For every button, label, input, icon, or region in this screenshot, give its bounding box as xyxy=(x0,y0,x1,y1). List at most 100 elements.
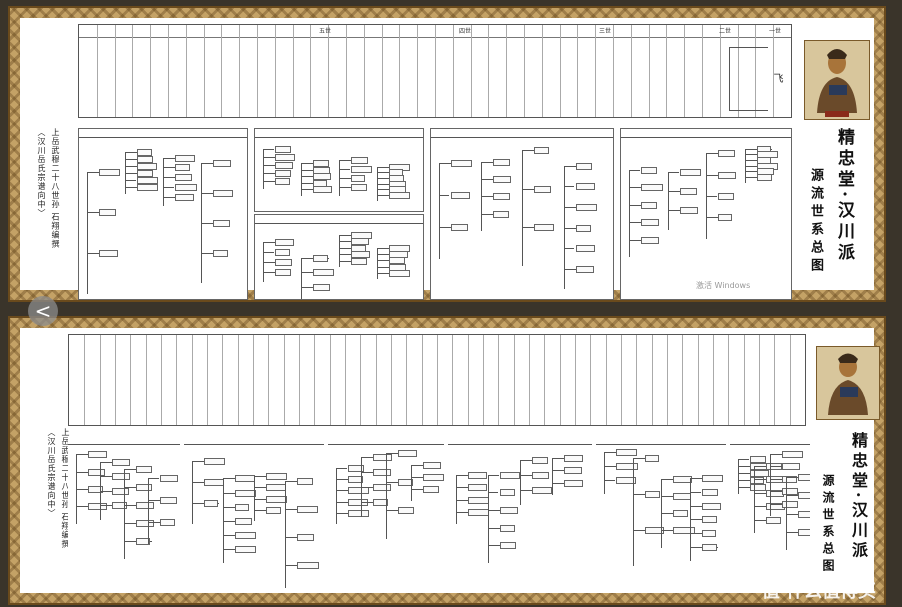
name-box xyxy=(275,238,294,246)
table-column-rule xyxy=(237,335,239,425)
name-box xyxy=(468,496,489,504)
name-box xyxy=(750,483,767,491)
name-box xyxy=(641,184,663,192)
table-column-rule xyxy=(310,25,312,117)
tree-branch xyxy=(386,481,399,483)
table-column-rule xyxy=(452,335,454,425)
founder-name: 飞 xyxy=(771,73,782,84)
table-column-rule xyxy=(314,335,316,425)
name-box xyxy=(213,220,231,228)
name-box xyxy=(644,455,659,463)
name-box xyxy=(673,510,688,518)
table-column-rule xyxy=(253,335,254,425)
name-box xyxy=(136,519,154,527)
table-column-rule xyxy=(239,25,241,117)
name-box xyxy=(351,157,368,165)
name-box xyxy=(351,183,367,191)
panel-header-rule xyxy=(255,223,423,224)
table-column-rule xyxy=(651,335,653,425)
table-column-rule xyxy=(697,335,699,425)
name-box xyxy=(112,502,128,510)
lineage-panel-b1 xyxy=(68,436,180,588)
table-column-rule xyxy=(84,335,86,425)
name-box xyxy=(500,542,517,550)
site-watermark: 值 什么值得买 xyxy=(761,581,876,602)
panel-header-rule xyxy=(184,444,324,445)
tree-branch xyxy=(604,452,605,494)
table-column-rule xyxy=(221,25,223,117)
tree-branch xyxy=(87,171,88,294)
name-box xyxy=(575,224,592,232)
compiler-note-line1: 〈汉川岳氏宗谱向中〉 xyxy=(37,128,46,218)
tree-branch xyxy=(148,478,149,544)
name-box xyxy=(423,473,444,481)
name-box xyxy=(575,245,595,253)
table-column-rule xyxy=(759,335,760,425)
name-box xyxy=(389,269,411,277)
name-box xyxy=(534,224,555,232)
table-column-rule xyxy=(577,25,579,117)
name-box xyxy=(137,183,158,191)
table-column-rule xyxy=(559,25,561,117)
tree-branch xyxy=(285,481,286,588)
tree-branch xyxy=(520,489,533,491)
table-column-rule xyxy=(360,335,362,425)
table-column-rule xyxy=(274,25,276,117)
top-generation-table: 五世 四世 三世 二世 一世 飞 xyxy=(78,24,792,118)
name-box xyxy=(701,488,718,496)
name-box xyxy=(266,472,288,480)
name-box xyxy=(99,209,116,217)
tree-branch xyxy=(336,468,337,524)
name-box xyxy=(701,530,716,538)
name-box xyxy=(235,503,250,511)
prev-image-button[interactable]: < xyxy=(28,296,58,326)
name-box xyxy=(500,506,518,514)
table-column-rule xyxy=(375,335,377,425)
table-column-rule xyxy=(168,25,169,117)
name-box xyxy=(718,214,733,222)
name-box xyxy=(641,219,659,227)
name-box xyxy=(616,463,638,471)
tree-branch xyxy=(552,457,565,459)
name-box xyxy=(451,159,473,167)
tree-branch xyxy=(125,179,136,181)
name-box xyxy=(297,478,313,486)
name-box xyxy=(492,193,510,201)
name-box xyxy=(297,506,318,514)
tree-branch xyxy=(629,169,641,171)
name-box xyxy=(575,162,593,170)
table-column-rule xyxy=(268,335,270,425)
tree-branch xyxy=(76,488,89,490)
table-column-rule xyxy=(292,25,294,117)
table-column-rule xyxy=(222,335,224,425)
table-column-rule xyxy=(513,335,515,425)
compiler-note: 〈汉川岳氏宗谱向中〉 上岳武穆二十八世孙 石翔编撰 xyxy=(36,128,76,249)
table-column-rule xyxy=(719,25,721,117)
name-box xyxy=(492,158,511,166)
name-box xyxy=(235,546,257,554)
tree-branch xyxy=(263,251,275,253)
name-box xyxy=(641,201,657,209)
tree-branch xyxy=(377,248,378,279)
gen-label: 三世 xyxy=(599,28,612,35)
table-column-rule xyxy=(345,335,346,425)
table-column-rule xyxy=(613,25,614,117)
name-box xyxy=(160,475,179,483)
name-box xyxy=(136,483,152,491)
tree-branch xyxy=(552,482,564,484)
name-box xyxy=(782,451,804,459)
name-box xyxy=(88,451,107,459)
name-box xyxy=(175,183,197,191)
name-box xyxy=(500,489,516,497)
name-box xyxy=(204,458,226,466)
name-box xyxy=(275,153,296,161)
name-box xyxy=(679,168,701,176)
tree-branch xyxy=(604,479,615,481)
table-column-rule xyxy=(470,25,472,117)
table-column-rule xyxy=(363,25,365,117)
tree-branch xyxy=(87,212,100,214)
name-box xyxy=(718,193,734,201)
tree-branch xyxy=(263,148,264,189)
table-column-rule xyxy=(774,335,776,425)
name-box xyxy=(136,501,155,509)
